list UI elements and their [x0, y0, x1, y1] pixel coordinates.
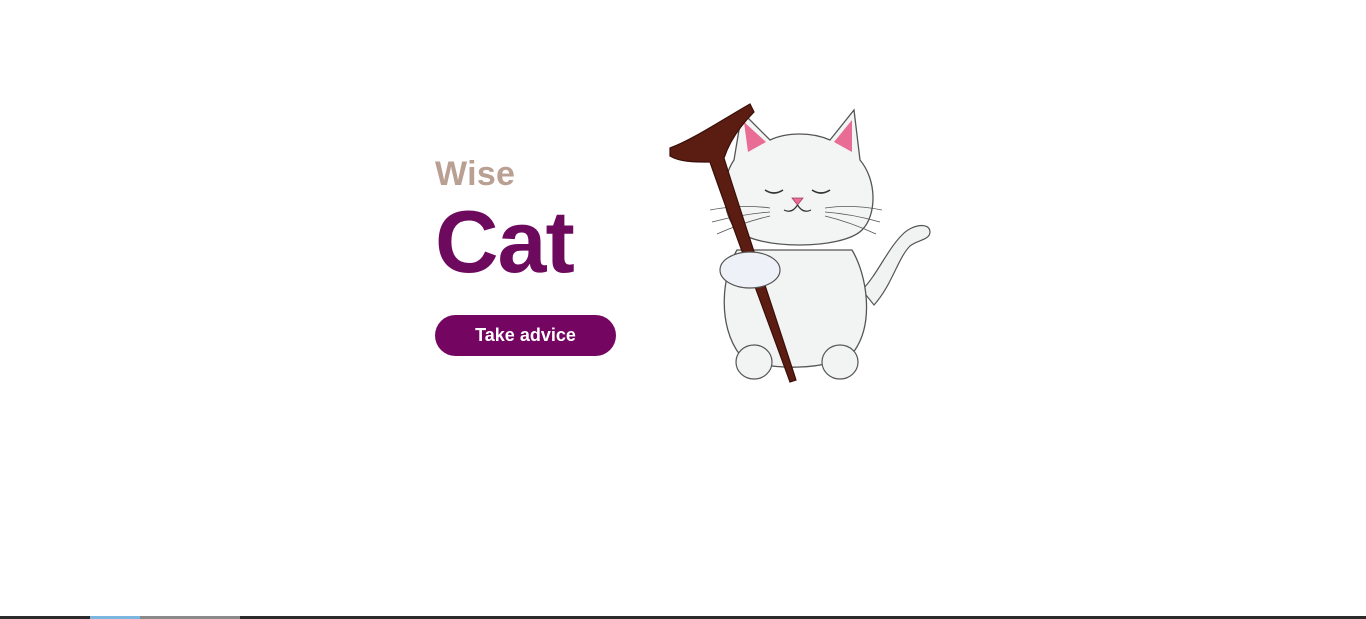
cat-left-foot: [735, 344, 773, 380]
page: Wise Cat Take advice: [0, 0, 1366, 619]
hero-title: Cat: [435, 192, 575, 291]
cat-illustration: [669, 103, 931, 383]
cat-paw: [719, 251, 781, 289]
take-advice-button[interactable]: Take advice: [435, 315, 616, 356]
hero-kicker: Wise: [435, 155, 516, 193]
cat-right-foot: [821, 344, 859, 380]
cat-tail: [861, 225, 931, 306]
